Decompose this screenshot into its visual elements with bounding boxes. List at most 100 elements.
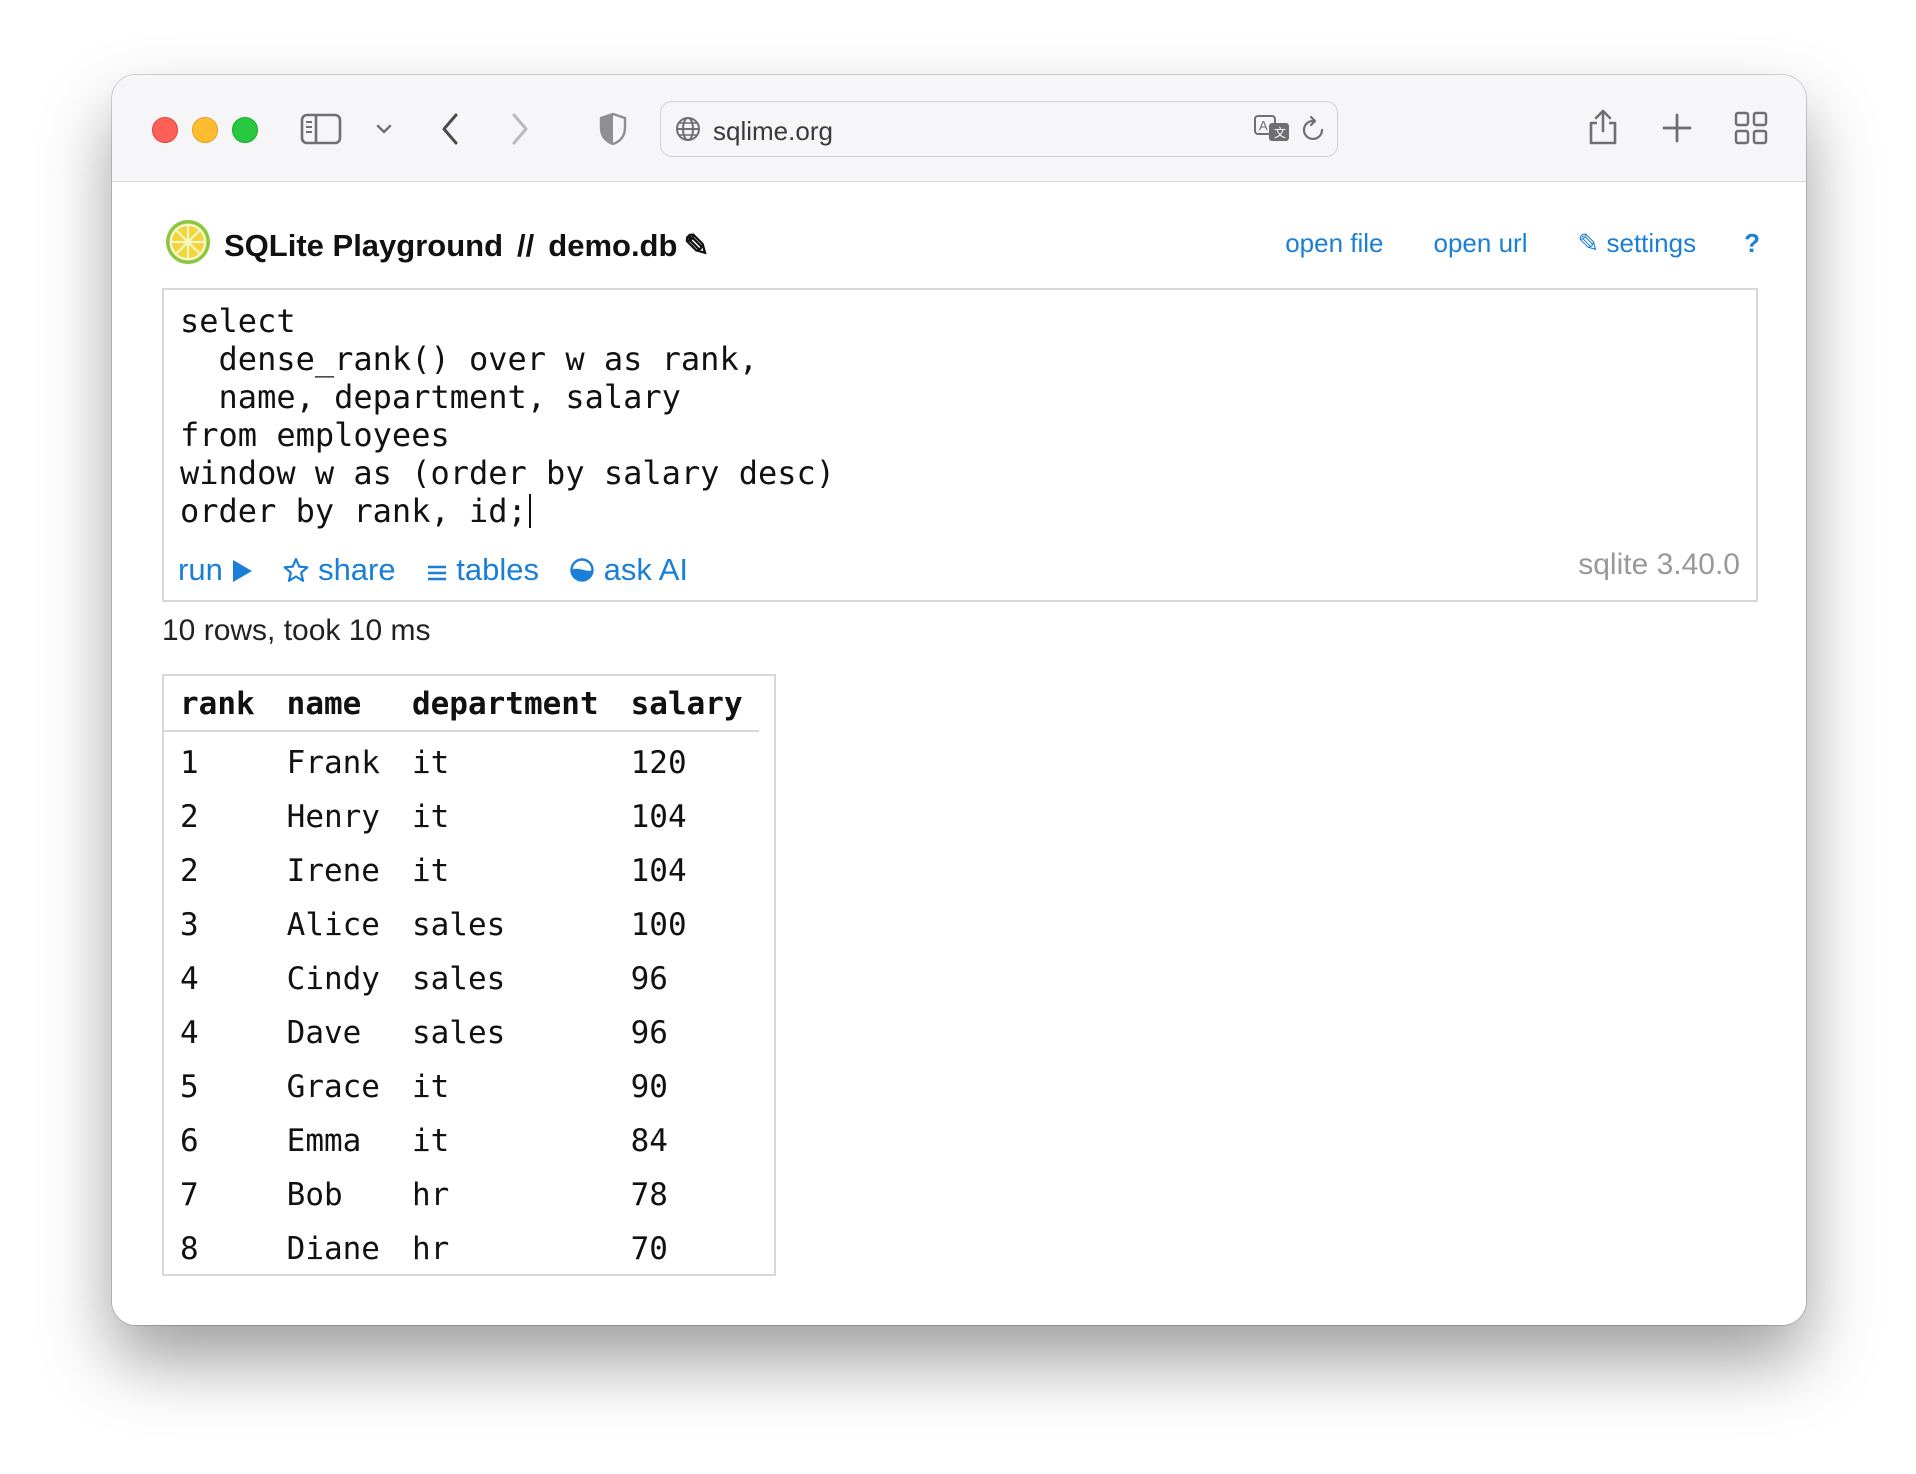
results-panel: rank name department salary 1 Frank it 120 2… xyxy=(162,674,776,1276)
db-name[interactable]: demo.db xyxy=(548,228,677,263)
cell-rank: 8 xyxy=(180,1231,199,1267)
table-header-row: rank name department salary xyxy=(164,676,759,732)
ask-ai-button[interactable]: ask AI xyxy=(569,552,688,588)
cell-rank: 5 xyxy=(180,1069,199,1105)
open-url-link[interactable]: open url xyxy=(1434,228,1528,258)
column-header-salary: salary xyxy=(614,676,759,732)
help-link[interactable]: ? xyxy=(1744,228,1760,258)
cell-salary: 84 xyxy=(630,1123,668,1159)
cell-rank: 2 xyxy=(180,799,199,835)
cell-rank: 7 xyxy=(180,1177,199,1213)
cell-name: Emma xyxy=(286,1123,362,1159)
table-row: 1 Frank it 120 xyxy=(164,731,759,790)
address-bar[interactable]: sqlime.org A 文 xyxy=(660,101,1338,157)
app-header: SQLite Playground//demo.db ✎ open file ope… xyxy=(164,218,1760,270)
cell-name: Cindy xyxy=(286,961,380,997)
close-window-button[interactable] xyxy=(152,117,178,143)
back-icon[interactable] xyxy=(438,111,462,147)
run-button[interactable]: run xyxy=(178,552,253,588)
title-separator: // xyxy=(517,228,535,263)
cell-salary: 90 xyxy=(630,1069,668,1105)
cell-department: it xyxy=(411,799,450,835)
share-button[interactable]: share xyxy=(283,552,396,588)
cell-department: hr xyxy=(411,1177,450,1213)
cell-name: Grace xyxy=(286,1069,380,1105)
cell-name: Bob xyxy=(286,1177,343,1213)
results-body: 1 Frank it 120 2 Henry it 104 2 Irene it 104 3 Alice s… xyxy=(164,731,759,1276)
sql-code-input[interactable]: select dense_rank() over w as rank, name… xyxy=(180,302,835,530)
app-name: SQLite Playground xyxy=(224,228,504,263)
cell-salary: 104 xyxy=(630,853,687,889)
cell-department: sales xyxy=(411,961,506,997)
browser-window: sqlime.org A 文 SQLite Playground // demo… xyxy=(112,75,1806,1325)
column-header-name: name xyxy=(270,676,396,732)
table-row: 8 Diane hr 70 xyxy=(164,1222,759,1276)
table-row: 5 Grace it 90 xyxy=(164,1060,759,1114)
cell-salary: 96 xyxy=(630,961,668,997)
cell-department: it xyxy=(411,853,450,889)
shield-icon[interactable] xyxy=(598,111,628,147)
tab-overview-icon[interactable] xyxy=(1734,111,1768,145)
table-row: 3 Alice sales 100 xyxy=(164,898,759,952)
table-row: 7 Bob hr 78 xyxy=(164,1168,759,1222)
reload-icon[interactable] xyxy=(1301,115,1327,143)
ai-icon xyxy=(570,558,594,582)
cell-rank: 6 xyxy=(180,1123,199,1159)
column-header-department: department xyxy=(395,676,615,732)
translate-icon[interactable]: A 文 xyxy=(1253,114,1293,144)
cell-name: Diane xyxy=(286,1231,380,1267)
cell-salary: 120 xyxy=(630,745,687,781)
cell-name: Dave xyxy=(286,1015,362,1051)
cell-rank: 2 xyxy=(180,853,199,889)
tables-button[interactable]: tables xyxy=(426,552,539,588)
cell-salary: 96 xyxy=(630,1015,668,1051)
cell-name: Henry xyxy=(286,799,380,835)
cell-name: Alice xyxy=(286,907,380,943)
browser-toolbar: sqlime.org A 文 xyxy=(112,75,1806,182)
editor-actions: run share tables ask AI xyxy=(178,552,718,588)
cell-salary: 104 xyxy=(630,799,687,835)
cell-rank: 4 xyxy=(180,1015,199,1051)
minimize-window-button[interactable] xyxy=(192,117,218,143)
cell-salary: 78 xyxy=(630,1177,668,1213)
query-editor: select dense_rank() over w as rank, name… xyxy=(162,288,1758,602)
cell-rank: 1 xyxy=(180,745,199,781)
globe-icon xyxy=(676,117,700,141)
share-label: share xyxy=(318,552,396,587)
tables-label: tables xyxy=(456,552,539,587)
cell-rank: 3 xyxy=(180,907,199,943)
run-label: run xyxy=(178,552,223,587)
result-status: 10 rows, took 10 ms xyxy=(162,614,431,647)
cell-department: sales xyxy=(411,1015,506,1051)
cell-name: Irene xyxy=(286,853,380,889)
table-row: 6 Emma it 84 xyxy=(164,1114,759,1168)
url-text[interactable]: sqlime.org xyxy=(713,116,833,147)
ask-ai-label: ask AI xyxy=(603,552,689,587)
pencil-icon[interactable]: ✎ xyxy=(683,228,709,263)
zoom-window-button[interactable] xyxy=(232,117,258,143)
sql-code-text: select dense_rank() over w as rank, name… xyxy=(180,302,836,530)
open-file-link[interactable]: open file xyxy=(1285,228,1383,258)
settings-link[interactable]: ✎ settings xyxy=(1577,228,1696,258)
star-icon xyxy=(283,557,309,582)
cell-department: sales xyxy=(411,907,506,943)
sidebar-icon[interactable] xyxy=(300,113,342,145)
cell-department: it xyxy=(411,745,450,781)
page-content: SQLite Playground//demo.db ✎ open file ope… xyxy=(112,182,1806,1325)
sqlite-version: sqlite 3.40.0 xyxy=(1578,548,1740,581)
column-header-rank: rank xyxy=(164,676,271,732)
cell-salary: 70 xyxy=(630,1231,668,1267)
app-title: SQLite Playground // demo.db ✎ xyxy=(224,228,709,264)
table-row: 4 Dave sales 96 xyxy=(164,1006,759,1060)
header-nav: open file open url ✎ settings? xyxy=(1235,228,1760,259)
cell-department: it xyxy=(411,1123,450,1159)
plus-icon[interactable] xyxy=(1662,113,1692,143)
table-row: 2 Henry it 104 xyxy=(164,790,759,844)
cell-salary: 100 xyxy=(630,907,687,943)
svg-text:A: A xyxy=(1259,118,1268,133)
cell-department: it xyxy=(411,1069,450,1105)
svg-text:文: 文 xyxy=(1274,125,1286,140)
chevron-down-icon[interactable] xyxy=(375,123,393,135)
forward-icon[interactable] xyxy=(508,111,532,147)
share-icon[interactable] xyxy=(1586,103,1620,147)
